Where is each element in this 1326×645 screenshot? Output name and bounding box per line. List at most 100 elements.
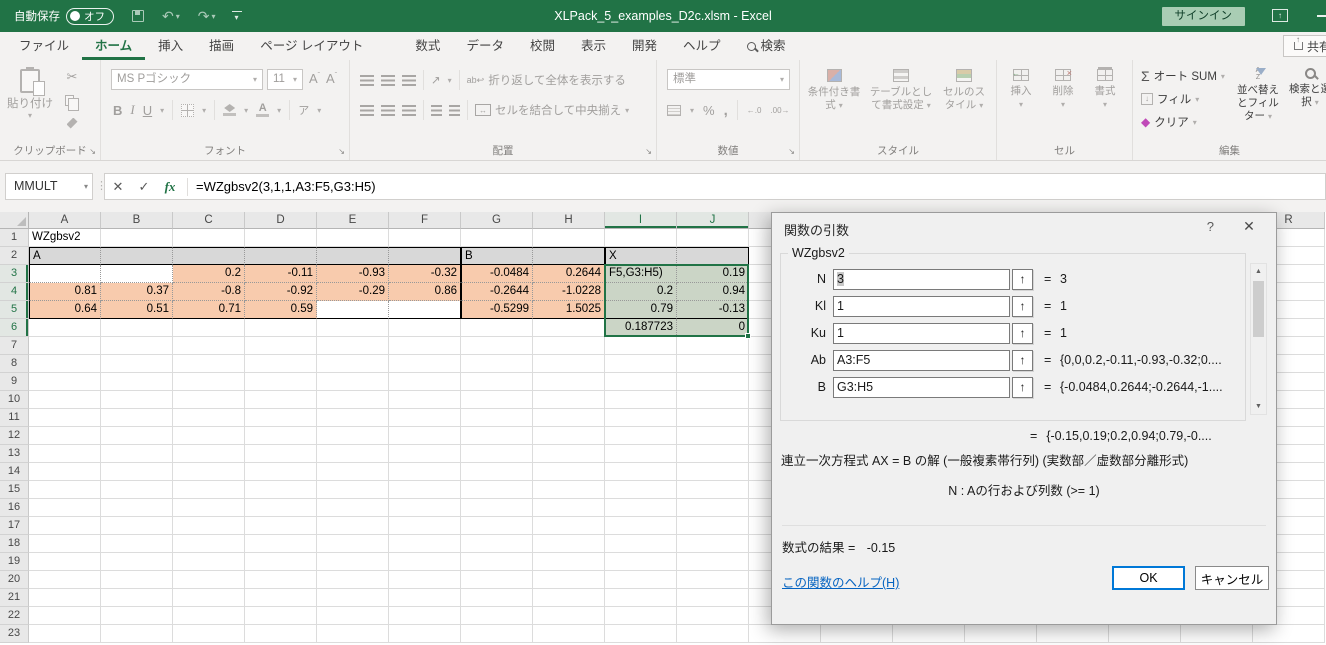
cell-F17[interactable] [389, 517, 461, 535]
cell-I9[interactable] [605, 373, 677, 391]
cell-J22[interactable] [677, 607, 749, 625]
cell-D10[interactable] [245, 391, 317, 409]
cell-I12[interactable] [605, 427, 677, 445]
cell-F21[interactable] [389, 589, 461, 607]
cell-I23[interactable] [605, 625, 677, 643]
autosave-toggle[interactable]: オフ [66, 7, 114, 25]
tab-開発[interactable]: 開発 [619, 32, 670, 60]
cell-B15[interactable] [101, 481, 173, 499]
cell-J12[interactable] [677, 427, 749, 445]
function-help-link[interactable]: この関数のヘルプ(H) [782, 572, 899, 591]
cell-C8[interactable] [173, 355, 245, 373]
cell-B13[interactable] [101, 445, 173, 463]
cell-J18[interactable] [677, 535, 749, 553]
cancel-entry-button[interactable]: ✕ [105, 179, 131, 195]
cell-B8[interactable] [101, 355, 173, 373]
cell-C20[interactable] [173, 571, 245, 589]
cell-H4[interactable]: -1.0228 [533, 283, 605, 301]
cell-B3[interactable] [101, 265, 173, 283]
column-header-F[interactable]: F [389, 212, 461, 229]
cell-G3[interactable]: -0.0484 [461, 265, 533, 283]
cell-J17[interactable] [677, 517, 749, 535]
cell-J21[interactable] [677, 589, 749, 607]
cell-I20[interactable] [605, 571, 677, 589]
decrease-indent-icon[interactable] [431, 104, 442, 116]
cell-G18[interactable] [461, 535, 533, 553]
cell-J2[interactable] [677, 247, 749, 265]
cell-D20[interactable] [245, 571, 317, 589]
cell-D23[interactable] [245, 625, 317, 643]
cell-H2[interactable] [533, 247, 605, 265]
cell-E13[interactable] [317, 445, 389, 463]
redo-button[interactable]: ↷ ▾ [198, 8, 216, 25]
cell-C4[interactable]: -0.8 [173, 283, 245, 301]
cell-G12[interactable] [461, 427, 533, 445]
row-header-19[interactable]: 19 [0, 553, 29, 571]
cell-D22[interactable] [245, 607, 317, 625]
cell-D19[interactable] [245, 553, 317, 571]
enter-entry-button[interactable]: ✓ [131, 179, 157, 195]
cell-B12[interactable] [101, 427, 173, 445]
row-header-1[interactable]: 1 [0, 229, 29, 247]
cell-A17[interactable] [29, 517, 101, 535]
cell-D1[interactable] [245, 229, 317, 247]
cell-J1[interactable] [677, 229, 749, 247]
cell-I5[interactable]: 0.79 [605, 301, 677, 319]
cell-B5[interactable]: 0.51 [101, 301, 173, 319]
range-select-button-N[interactable]: ↑ [1012, 269, 1033, 290]
cell-D5[interactable]: 0.59 [245, 301, 317, 319]
cell-G8[interactable] [461, 355, 533, 373]
arg-input-Ku[interactable]: 1 [833, 323, 1010, 344]
tab-数式[interactable]: 数式 [402, 32, 453, 60]
cell-A12[interactable] [29, 427, 101, 445]
cell-B17[interactable] [101, 517, 173, 535]
align-bottom-icon[interactable] [402, 74, 416, 86]
cell-G2[interactable]: B [461, 247, 533, 265]
cell-I15[interactable] [605, 481, 677, 499]
cell-N23[interactable] [965, 625, 1037, 643]
cell-J6[interactable]: 0 [677, 319, 749, 337]
cell-C23[interactable] [173, 625, 245, 643]
cell-J8[interactable] [677, 355, 749, 373]
cell-G11[interactable] [461, 409, 533, 427]
row-header-15[interactable]: 15 [0, 481, 29, 499]
format-painter-button[interactable] [60, 114, 84, 132]
cell-G14[interactable] [461, 463, 533, 481]
row-header-4[interactable]: 4 [0, 283, 29, 301]
column-header-A[interactable]: A [29, 212, 101, 229]
range-select-button-B[interactable]: ↑ [1012, 377, 1033, 398]
find-select-button[interactable]: 検索と選択 ▾ [1286, 67, 1326, 123]
cell-D14[interactable] [245, 463, 317, 481]
cell-E18[interactable] [317, 535, 389, 553]
insert-cells-button[interactable]: 挿入▾ [1000, 68, 1042, 111]
cell-A2[interactable]: A [29, 247, 101, 265]
cell-M23[interactable] [893, 625, 965, 643]
cell-D3[interactable]: -0.11 [245, 265, 317, 283]
cell-C2[interactable] [173, 247, 245, 265]
cell-I14[interactable] [605, 463, 677, 481]
row-header-5[interactable]: 5 [0, 301, 29, 319]
cell-Q23[interactable] [1181, 625, 1253, 643]
cell-A1[interactable]: WZgbsv2 [29, 229, 101, 247]
cell-I11[interactable] [605, 409, 677, 427]
ok-button[interactable]: OK [1112, 566, 1185, 590]
cell-H1[interactable] [533, 229, 605, 247]
cell-E6[interactable] [317, 319, 389, 337]
cell-G6[interactable] [461, 319, 533, 337]
cell-D21[interactable] [245, 589, 317, 607]
cell-F13[interactable] [389, 445, 461, 463]
cell-F12[interactable] [389, 427, 461, 445]
cell-E19[interactable] [317, 553, 389, 571]
tab-ヘルプ[interactable]: ヘルプ [670, 32, 734, 60]
cell-D11[interactable] [245, 409, 317, 427]
cell-B6[interactable] [101, 319, 173, 337]
font-color-button[interactable]: A [256, 103, 270, 117]
cell-B10[interactable] [101, 391, 173, 409]
row-header-7[interactable]: 7 [0, 337, 29, 355]
cell-I22[interactable] [605, 607, 677, 625]
row-header-14[interactable]: 14 [0, 463, 29, 481]
cell-A23[interactable] [29, 625, 101, 643]
undo-button[interactable]: ↶ ▾ [162, 8, 180, 25]
cell-I7[interactable] [605, 337, 677, 355]
cell-D9[interactable] [245, 373, 317, 391]
